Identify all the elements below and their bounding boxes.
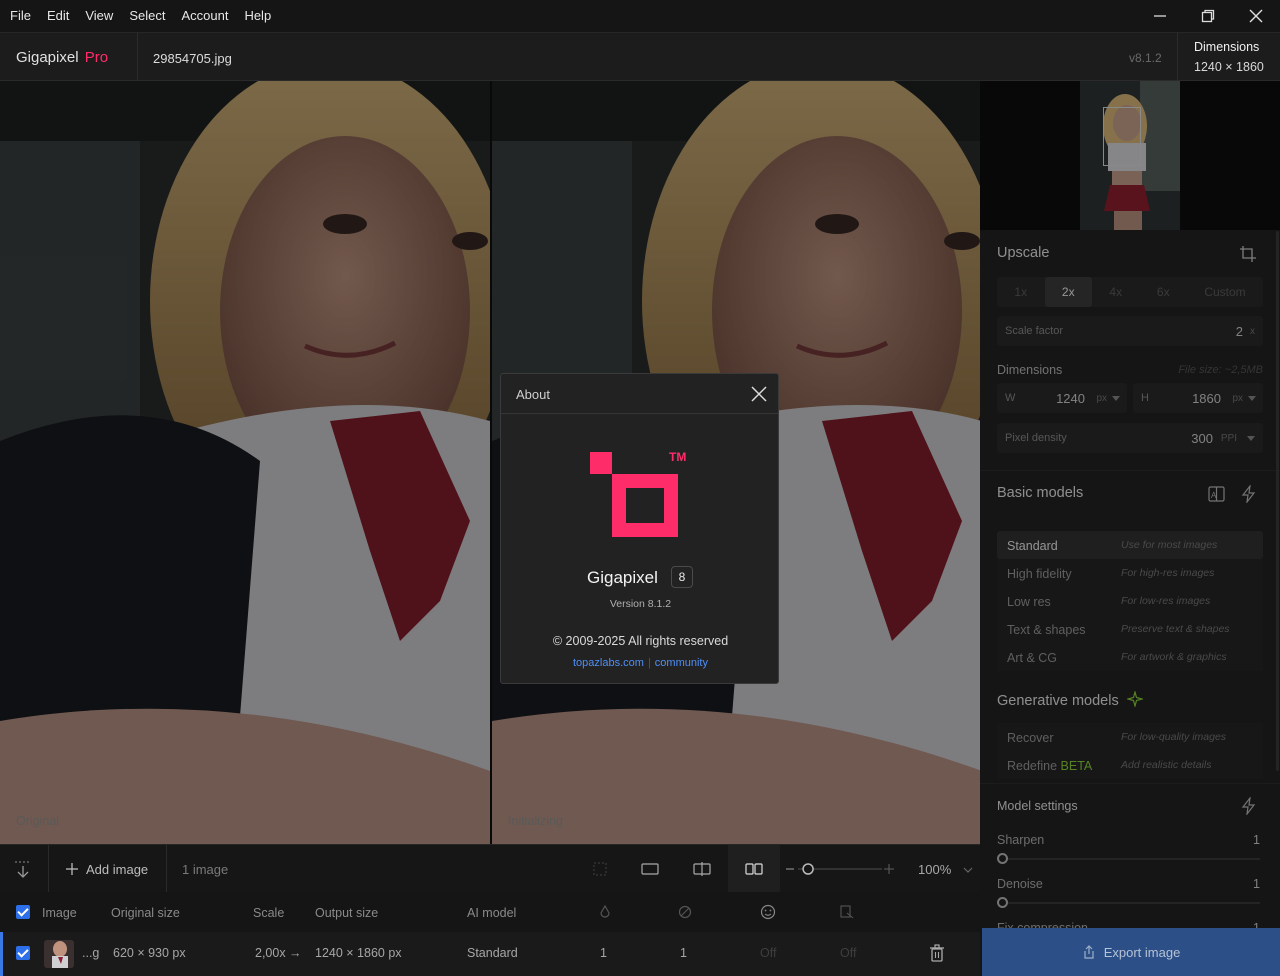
image-count-label: 1 image	[182, 861, 229, 877]
row-thumbnail-image	[44, 940, 74, 968]
row-scale: 2,00x →	[255, 946, 302, 960]
zoom-slider-graphic	[786, 863, 894, 875]
export-icon	[1084, 945, 1094, 959]
row-filename: ...g	[82, 946, 100, 960]
copyright-text: © 2009-2025 All rights reserved	[552, 634, 729, 648]
row-sharpen: 1	[600, 946, 607, 960]
gigapixel-logo-icon	[590, 452, 678, 537]
dimensions-summary: Dimensions 1240 × 1860	[1177, 33, 1280, 81]
zoom-value: 100%	[918, 862, 952, 877]
col-original-size[interactable]: Original size	[111, 906, 180, 920]
window-controls	[1136, 0, 1280, 32]
chevron-down-icon	[963, 867, 973, 873]
bottom-toolbar: Add image 1 image 100%	[0, 844, 980, 893]
single-view-icon	[641, 863, 659, 875]
side-by-side-icon	[745, 863, 763, 875]
trash-icon[interactable]	[929, 944, 945, 962]
menu-file[interactable]: File	[0, 0, 39, 32]
dimensions-value: 1240 × 1860	[1194, 60, 1264, 74]
add-image-button[interactable]: Add image	[64, 845, 148, 893]
split-view-button[interactable]	[676, 845, 728, 893]
menu-help[interactable]: Help	[236, 0, 279, 32]
col-scale[interactable]: Scale	[253, 906, 284, 920]
collapse-down-icon	[15, 861, 31, 878]
about-app-name: Gigapixel	[587, 568, 658, 587]
about-links: topazlabs.com | community	[501, 657, 780, 669]
menu-view[interactable]: View	[77, 0, 121, 32]
col-image[interactable]: Image	[42, 906, 77, 920]
row-ai-model: Standard	[467, 946, 518, 960]
about-version: Version 8.1.2	[609, 598, 672, 610]
close-icon	[1249, 9, 1263, 23]
split-view-icon	[693, 862, 711, 876]
settings-sidebar: Upscale 1x 2x 4x 6x Custom Scale factor …	[980, 81, 1280, 976]
row-original-size: 620 × 930 px	[113, 946, 186, 960]
row-thumbnail	[44, 940, 74, 968]
menu-bar: File Edit View Select Account Help	[0, 0, 1280, 32]
close-icon[interactable]	[750, 385, 768, 403]
col-output-size[interactable]: Output size	[315, 906, 378, 920]
sidebar-backdrop	[980, 81, 1280, 976]
app-tier: Pro	[84, 49, 109, 66]
row-checkbox[interactable]	[16, 946, 30, 960]
crop-view-button[interactable]	[574, 845, 626, 893]
image-table-header: Image Original size Scale Output size AI…	[0, 892, 980, 932]
collapse-button[interactable]	[12, 845, 34, 893]
zoom-level[interactable]: 100%	[918, 862, 973, 877]
plus-icon	[66, 863, 78, 875]
restore-button[interactable]	[1184, 0, 1232, 32]
about-dialog: About TM Gigapixel 8 Version 8.1.2 © 200…	[500, 373, 779, 684]
select-all-checkbox[interactable]	[16, 905, 30, 919]
minimize-icon	[1154, 15, 1166, 17]
row-face-recovery: Off	[760, 946, 777, 960]
community-link[interactable]: community	[655, 657, 708, 669]
denoise-col-icon	[678, 905, 692, 919]
menu-account[interactable]: Account	[173, 0, 236, 32]
row-text-recovery: Off	[840, 946, 857, 960]
minimize-button[interactable]	[1136, 0, 1184, 32]
trademark-mark: TM	[669, 450, 687, 464]
text-col-icon	[840, 905, 854, 919]
image-viewer[interactable]: Original Initializing	[0, 81, 980, 844]
image-count: 1 image	[182, 845, 228, 893]
single-view-button[interactable]	[624, 845, 676, 893]
export-image-label: Export image	[1103, 944, 1181, 960]
bottom-divider-2	[166, 845, 167, 893]
modal-backdrop	[0, 81, 980, 844]
col-ai-model[interactable]: AI model	[467, 906, 516, 920]
menu-select[interactable]: Select	[121, 0, 173, 32]
about-dialog-title: About	[516, 387, 550, 402]
file-name: 29854705.jpg	[153, 51, 232, 66]
header-divider	[137, 33, 138, 81]
app-brand: Gigapixel Pro	[16, 49, 108, 66]
restore-icon	[1201, 9, 1215, 23]
app-name: Gigapixel	[16, 49, 79, 66]
export-image-button[interactable]: Export image	[982, 928, 1280, 976]
close-window-button[interactable]	[1232, 0, 1280, 32]
side-by-side-view-button[interactable]	[728, 845, 780, 893]
zoom-slider[interactable]	[784, 845, 904, 893]
bottom-divider	[48, 845, 49, 893]
app-version: v8.1.2	[1129, 51, 1162, 65]
dimensions-title: Dimensions	[1194, 40, 1260, 54]
link-separator: |	[647, 657, 651, 669]
add-image-label: Add image	[86, 861, 149, 877]
row-denoise: 1	[680, 946, 687, 960]
about-dialog-header: About	[501, 374, 778, 414]
major-version-badge: 8	[671, 566, 693, 588]
app-header: Gigapixel Pro 29854705.jpg v8.1.2 Dimens…	[0, 32, 1280, 81]
crop-icon	[593, 862, 607, 876]
face-col-icon	[760, 904, 776, 920]
row-output-size: 1240 × 1860 px	[315, 946, 402, 960]
topazlabs-link[interactable]: topazlabs.com	[573, 657, 644, 669]
sharpen-col-icon	[600, 905, 610, 918]
menu-edit[interactable]: Edit	[39, 0, 77, 32]
table-row[interactable]: ...g 620 × 930 px 2,00x → 1240 × 1860 px…	[0, 932, 980, 976]
